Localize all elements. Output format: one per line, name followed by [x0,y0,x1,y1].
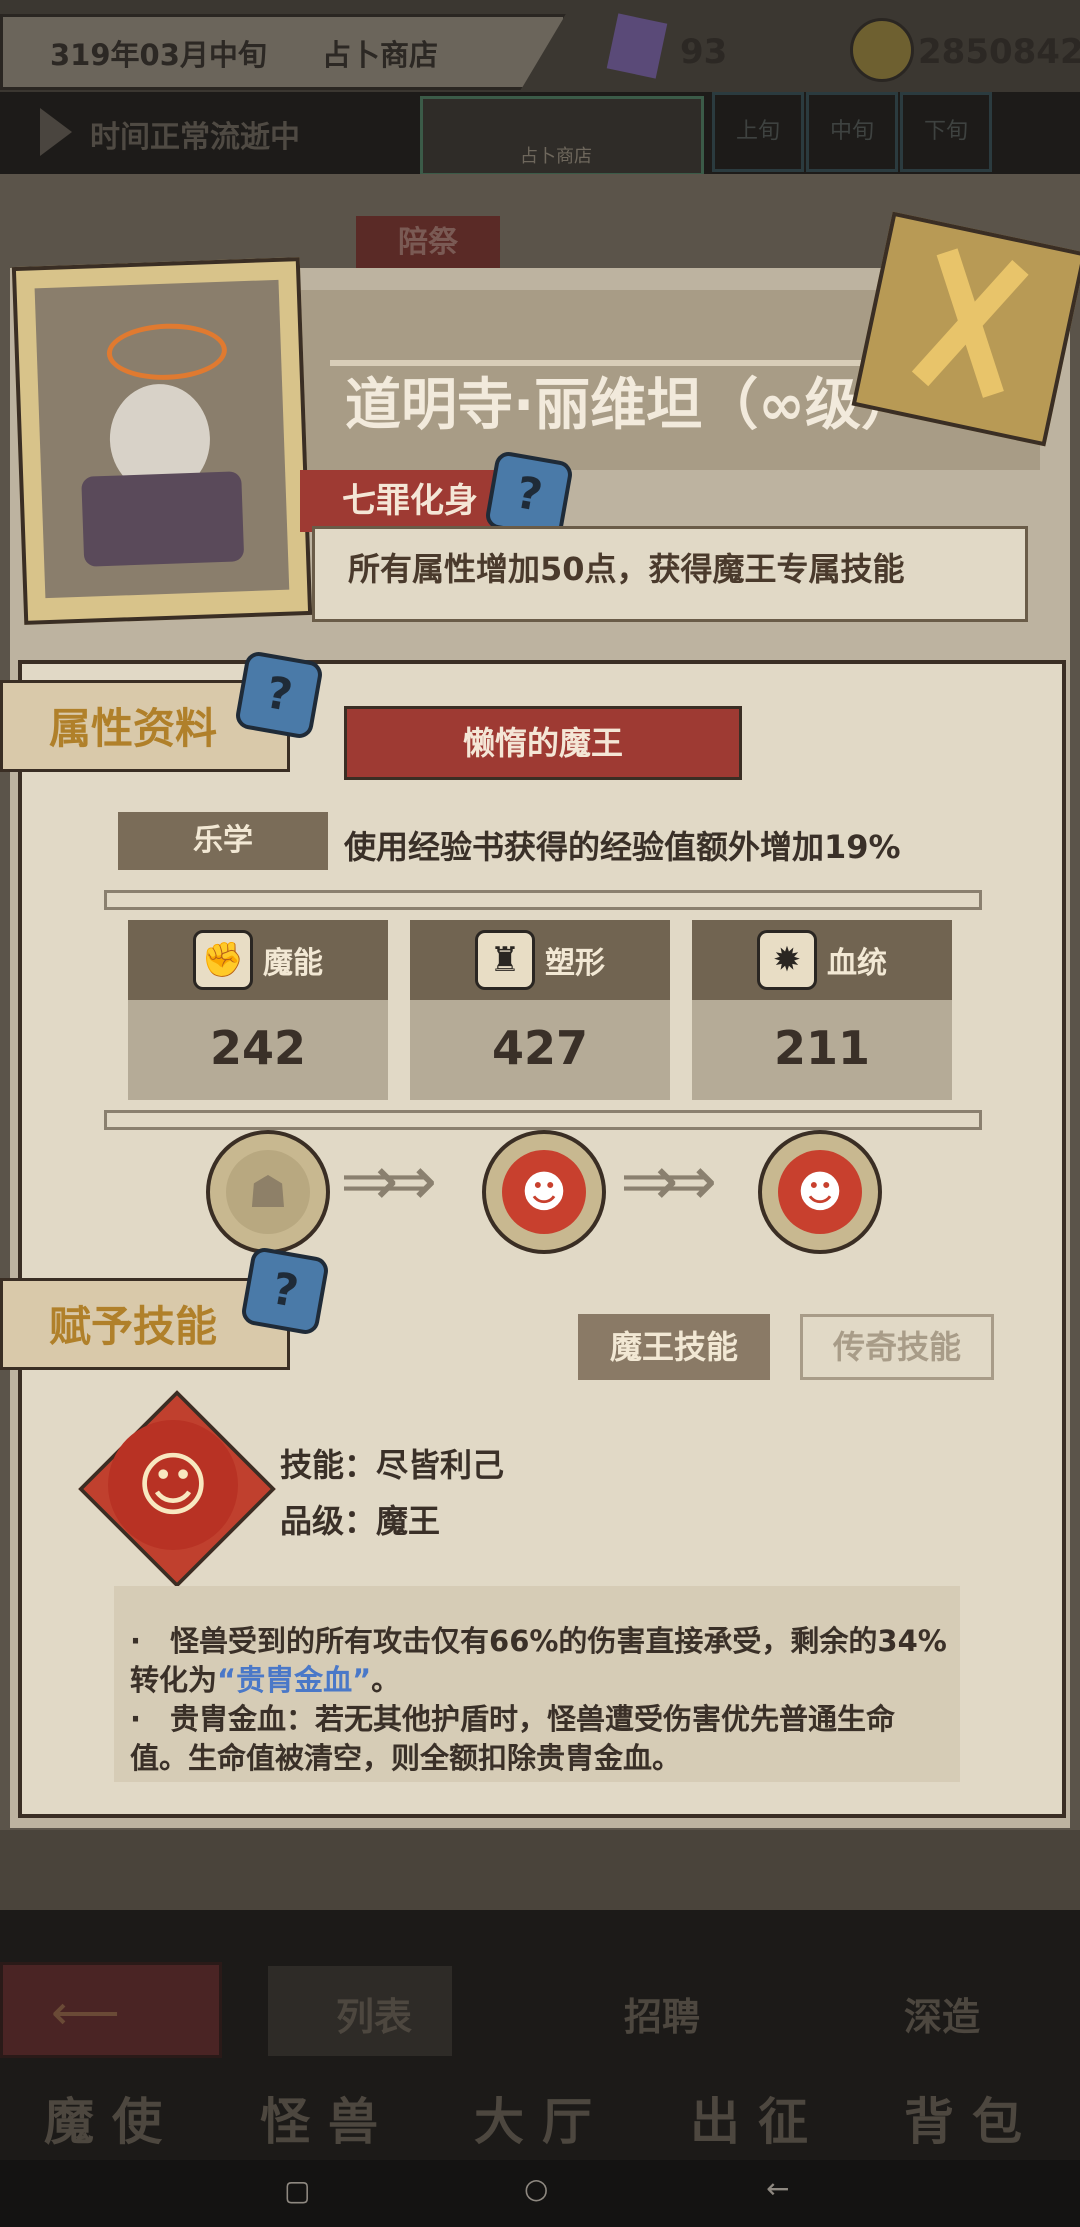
stat-card-blood: ✹ 血统 211 [692,920,952,1100]
coin-count: 2850842 [918,32,1080,72]
tab-legend-skill[interactable]: 传奇技能 [800,1314,994,1380]
nav-monster[interactable]: 怪兽 [260,2082,396,2154]
nav-expedition[interactable]: 出征 [690,2082,826,2154]
skill-desc-1: · 怪兽受到的所有攻击仅有66%的伤害直接承受，剩余的34%转化为“贵胄金血”。 [130,1622,950,1700]
slot-early[interactable]: 上旬 [712,92,804,172]
stat-label: 血统 [827,946,887,981]
throne [81,471,245,567]
bg-tag: 陪祭 [356,216,500,270]
shop-text[interactable]: 占卜商店 [322,32,438,74]
stat-value: 242 [209,1021,307,1075]
stat-head: ✊ 魔能 [128,920,388,1000]
claw-icon: ✊ [193,930,253,990]
evolution-stage-1[interactable]: ☗ [206,1130,330,1254]
nav-envoy[interactable]: 魔使 [44,2082,180,2154]
character-name: 道明寺·丽维坦（∞级） [345,373,917,438]
stat-label: 塑形 [545,946,605,981]
demon-face-icon: ☻ [778,1150,862,1234]
demon-title: 懒惰的魔王 [344,706,742,780]
trait-desc: 所有属性增加50点，获得魔王专属技能 [348,550,905,588]
character-portrait [34,279,290,599]
blood-cell-icon: ✹ [757,930,817,990]
stat-value: 427 [491,1021,589,1075]
skill-desc-1b: 。 [371,1663,401,1697]
nav-hall[interactable]: 大厅 [474,2082,610,2154]
stat-rail-top [104,890,982,910]
skill-grade: 品级：魔王 [280,1502,441,1540]
stat-value: 211 [773,1021,871,1075]
stat-head: ✹ 血统 [692,920,952,1000]
skill-desc-2: · 贵胄金血：若无其他护盾时，怪兽遭受伤害优先普通生命值。生命值被清空，则全额扣… [130,1702,896,1775]
tab-list[interactable]: 列表 [336,1986,412,2041]
date-text: 319年03月中旬 [50,38,267,72]
stat-head: ♜ 塑形 [410,920,670,1000]
skills-help-icon[interactable]: ? [239,1245,331,1337]
arrow-icon: ⇒⇒ [340,1140,437,1222]
tab-recruit[interactable]: 招聘 [624,1986,700,2041]
character-portrait-frame [11,257,313,625]
back-arrow-icon: ⟵ [51,1985,120,2041]
home-icon[interactable]: ○ [524,2172,548,2205]
play-icon[interactable] [40,108,72,156]
arrow-icon: ⇒⇒ [620,1140,717,1222]
stat-card-magic: ✊ 魔能 242 [128,920,388,1100]
halo-icon [105,321,228,382]
hooded-figure-icon: ☗ [226,1150,310,1234]
armor-icon: ♜ [475,930,535,990]
gem-count: 93 [680,32,728,72]
specialty-label: 乐学 [118,812,328,870]
skill-name: 技能：尽皆利己 [280,1446,505,1484]
tab-demon-skill[interactable]: 魔王技能 [578,1314,770,1380]
evolution-stage-2[interactable]: ☻ [482,1130,606,1254]
tab-train[interactable]: 深造 [904,1986,980,2041]
back-system-icon[interactable]: ← [766,2172,789,2205]
stat-label: 魔能 [263,946,323,981]
back-button[interactable]: ⟵ [0,1962,222,2058]
thumb-label: 占卜商店 [520,146,592,167]
stat-rail-bottom [104,1110,982,1130]
slot-mid[interactable]: 中旬 [806,92,898,172]
time-status: 时间正常流逝中 [90,120,300,155]
coin-icon [850,18,914,82]
slot-late[interactable]: 下旬 [900,92,992,172]
attributes-help-icon[interactable]: ? [233,649,325,741]
pattern-band [0,1830,1080,1910]
stat-card-shape: ♜ 塑形 427 [410,920,670,1100]
nav-bag[interactable]: 背包 [904,2082,1040,2154]
grinning-demon-icon[interactable]: ☺ [108,1420,238,1550]
demon-face-icon: ☻ [502,1150,586,1234]
close-button[interactable] [851,211,1080,447]
evolution-stage-3[interactable]: ☻ [758,1130,882,1254]
close-icon-stroke [936,248,1004,398]
specialty-desc: 使用经验书获得的经验值额外增加19% [344,828,901,866]
recent-apps-icon[interactable]: ▢ [284,2174,310,2207]
skill-highlight: “贵胄金血” [217,1663,372,1697]
